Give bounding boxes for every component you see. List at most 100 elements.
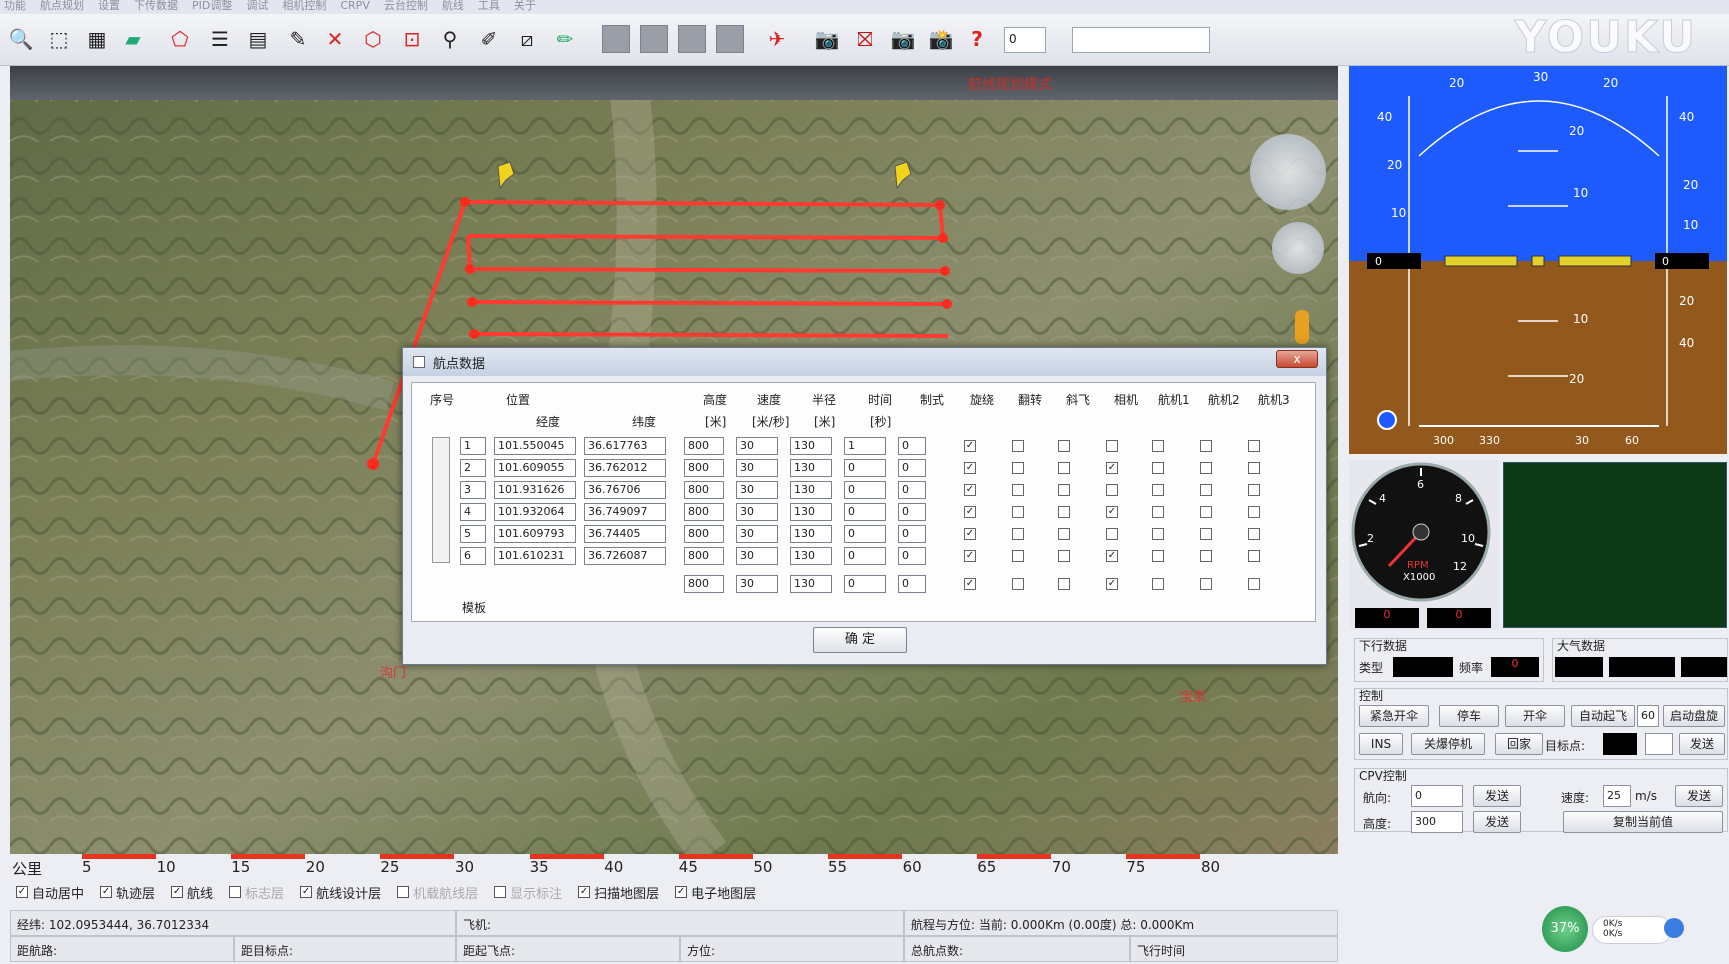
template-checkbox[interactable] [1012,578,1024,590]
camera-red-icon[interactable]: 📷 [812,24,842,54]
row-checkbox[interactable]: ✓ [964,550,976,562]
row-checkbox[interactable] [1058,462,1070,474]
row-latitude[interactable]: 36.76706 [584,481,666,499]
heading-field[interactable]: 0 [1411,785,1463,807]
gray-button-2[interactable] [640,25,668,53]
row-speed[interactable]: 30 [736,481,778,499]
row-index[interactable]: 1 [460,437,486,455]
layer-toggle[interactable]: 机载航线层 [397,883,478,902]
menu-item[interactable]: CRPV [340,0,369,14]
row-checkbox[interactable]: ✓ [1106,462,1118,474]
menu-item[interactable]: 设置 [98,0,120,14]
row-mode[interactable]: 0 [898,459,926,477]
row-checkbox[interactable] [1248,440,1260,452]
target-field[interactable] [1645,733,1673,755]
menu-item[interactable]: 航线 [442,0,464,14]
row-checkbox[interactable] [1012,528,1024,540]
row-index[interactable]: 4 [460,503,486,521]
template-radius[interactable]: 130 [790,575,832,593]
row-altitude[interactable]: 800 [684,547,724,565]
row-radius[interactable]: 130 [790,437,832,455]
row-checkbox[interactable] [1012,506,1024,518]
row-index[interactable]: 3 [460,481,486,499]
map-navigation-control[interactable] [1250,134,1326,210]
layer-toggle[interactable]: ✓ 电子地图层 [675,883,756,902]
menu-item[interactable]: 功能 [4,0,26,14]
street-view-icon[interactable] [1295,310,1309,344]
list-icon[interactable]: ☰ [205,24,235,54]
edit-icon[interactable]: ✏ [550,24,580,54]
marker-icon[interactable]: ⚲ [435,24,465,54]
row-mode[interactable]: 0 [898,503,926,521]
row-checkbox[interactable] [1248,462,1260,474]
toolbar-text-field[interactable] [1072,27,1210,53]
row-time[interactable]: 0 [844,547,886,565]
row-checkbox[interactable]: ✓ [1106,506,1118,518]
speed-field[interactable]: 25 [1603,785,1631,807]
checkbox[interactable]: ✓ [300,886,313,898]
menu-item[interactable]: 关于 [514,0,536,14]
row-checkbox[interactable] [1152,528,1164,540]
row-checkbox[interactable] [1106,484,1118,496]
checkbox[interactable]: ✓ [171,886,184,898]
template-checkbox[interactable]: ✓ [964,578,976,590]
checkbox[interactable]: ✓ [100,886,113,898]
dialog-close-button[interactable]: x [1276,350,1318,368]
row-latitude[interactable]: 36.726087 [584,547,666,565]
row-checkbox[interactable] [1152,484,1164,496]
menu-item[interactable]: 下传数据 [134,0,178,14]
template-checkbox[interactable] [1152,578,1164,590]
row-checkbox[interactable] [1152,462,1164,474]
pointer-icon[interactable]: ⬚ [44,24,74,54]
row-checkbox[interactable] [1152,440,1164,452]
table-icon[interactable]: ▤ [243,24,273,54]
row-radius[interactable]: 130 [790,547,832,565]
layer-toggle[interactable]: 显示标注 [494,883,562,902]
row-checkbox[interactable] [1058,440,1070,452]
row-checkbox[interactable]: ✓ [964,484,976,496]
ins-button[interactable]: INS [1359,733,1403,755]
row-mode[interactable]: 0 [898,547,926,565]
layer-toggle[interactable]: ✓ 轨迹层 [100,883,155,902]
row-checkbox[interactable] [1152,506,1164,518]
row-speed[interactable]: 30 [736,459,778,477]
row-checkbox[interactable] [1058,550,1070,562]
row-time[interactable]: 0 [844,481,886,499]
row-checkbox[interactable] [1248,528,1260,540]
stop-engine-button[interactable]: 停车 [1439,705,1499,727]
help-icon[interactable]: ? [962,24,992,54]
checkbox[interactable]: ✓ [675,886,688,898]
menu-item[interactable]: PID调整 [192,0,232,14]
checkbox[interactable]: ✓ [16,886,28,898]
checkbox[interactable] [494,886,507,898]
template-checkbox[interactable]: ✓ [1106,578,1118,590]
return-home-button[interactable]: 回家 [1495,733,1543,755]
menu-item[interactable]: 相机控制 [282,0,326,14]
template-altitude[interactable]: 800 [684,575,724,593]
row-checkbox[interactable] [1152,550,1164,562]
row-latitude[interactable]: 36.617763 [584,437,666,455]
template-checkbox[interactable] [1200,578,1212,590]
speed-send-button[interactable]: 发送 [1675,785,1723,807]
row-altitude[interactable]: 800 [684,503,724,521]
frame-icon[interactable]: ⊡ [397,24,427,54]
row-longitude[interactable]: 101.932064 [494,503,576,521]
row-longitude[interactable]: 101.609793 [494,525,576,543]
layer-toggle[interactable]: ✓ 航线设计层 [300,883,381,902]
layer-icon[interactable]: ▰ [118,24,148,54]
row-altitude[interactable]: 800 [684,525,724,543]
row-speed[interactable]: 30 [736,525,778,543]
camera-off-icon[interactable]: ⛝ [850,24,880,54]
row-checkbox[interactable] [1012,484,1024,496]
row-longitude[interactable]: 101.931626 [494,481,576,499]
layer-toggle[interactable]: ✓ 自动居中 [16,883,84,902]
row-speed[interactable]: 30 [736,437,778,455]
row-mode[interactable]: 0 [898,525,926,543]
open-chute-button[interactable]: 开伞 [1505,705,1565,727]
row-checkbox[interactable] [1058,528,1070,540]
table-scrollbar[interactable] [432,437,450,563]
row-radius[interactable]: 130 [790,503,832,521]
altitude-field[interactable]: 300 [1411,811,1463,833]
row-checkbox[interactable] [1200,528,1212,540]
auto-hover-button[interactable]: 启动盘旋 [1663,705,1725,727]
